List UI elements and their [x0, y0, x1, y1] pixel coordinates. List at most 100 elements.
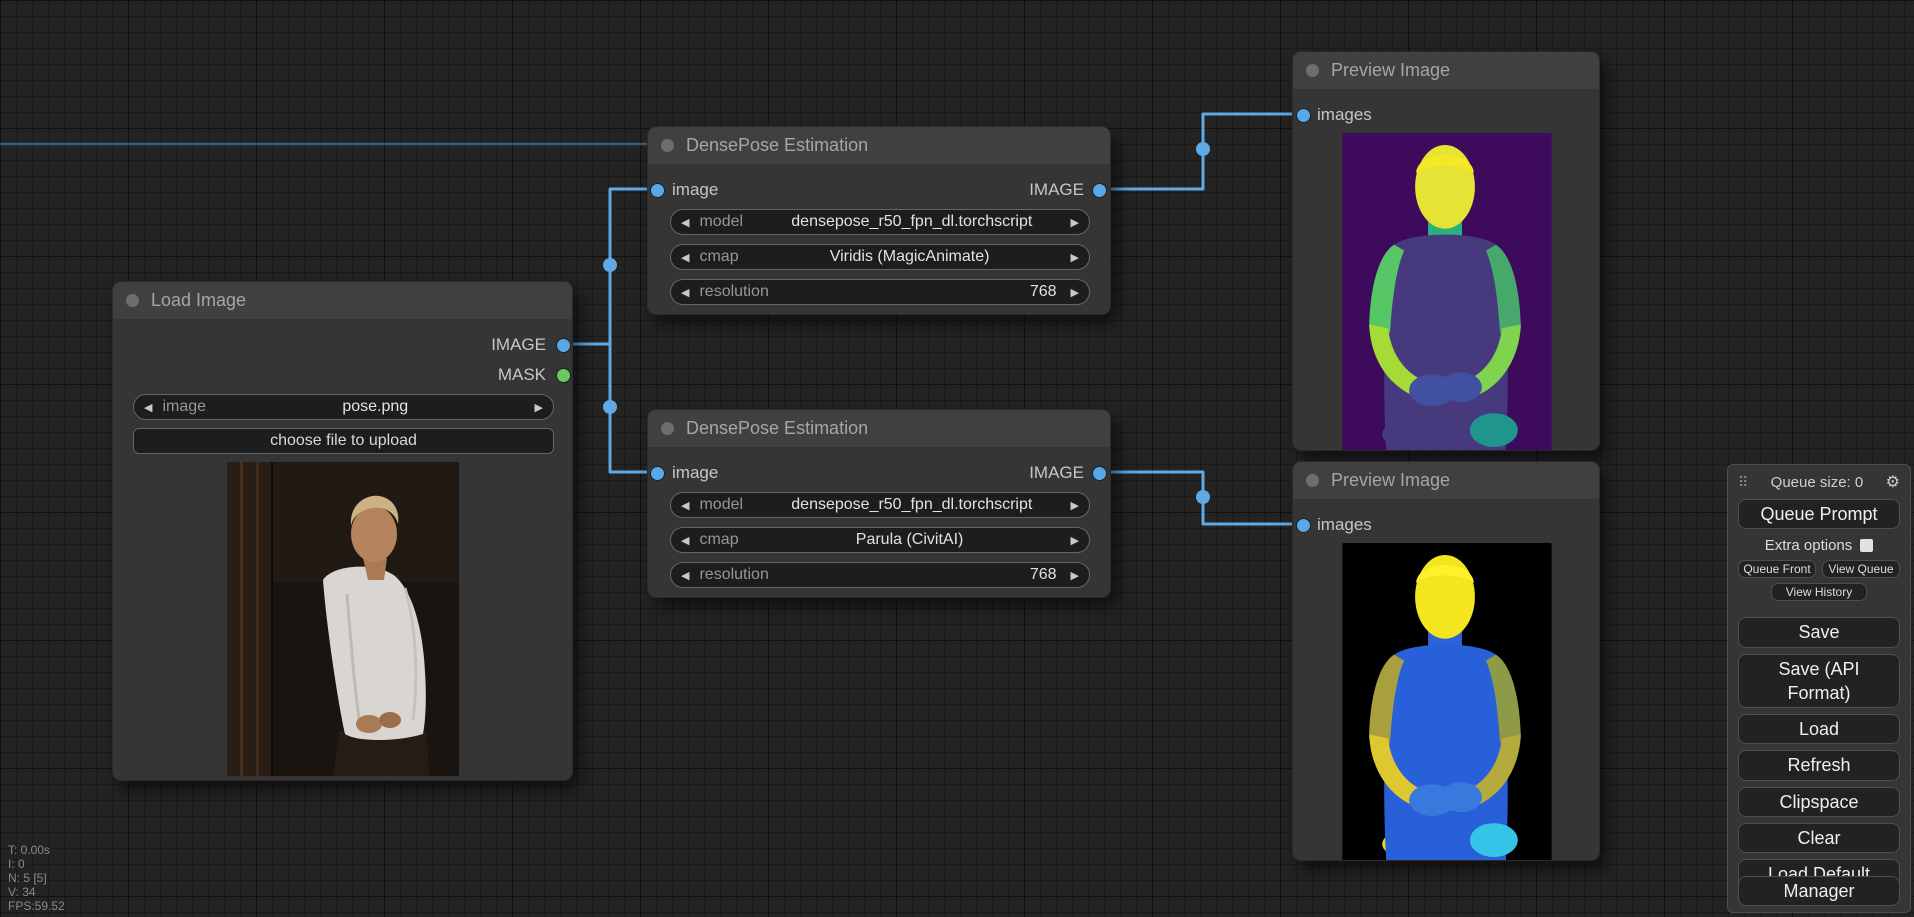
queue-prompt-button[interactable]: Queue Prompt [1738, 499, 1900, 530]
node-title-bar[interactable]: DensePose Estimation [648, 410, 1110, 447]
node-title: Load Image [151, 290, 247, 310]
arrow-left-icon[interactable]: ◀ [681, 286, 689, 299]
widget-resolution[interactable]: ◀ resolution 768 ▶ [670, 279, 1090, 305]
densepose-preview-viridis [1342, 133, 1552, 450]
collapse-dot-icon[interactable] [1306, 64, 1319, 77]
widget-label: cmap [699, 531, 739, 548]
refresh-button[interactable]: Refresh [1738, 750, 1900, 781]
collapse-dot-icon[interactable] [1306, 474, 1319, 487]
densepose-figure-viridis [1342, 133, 1552, 450]
node-densepose-top[interactable]: DensePose Estimation image IMAGE ◀ model… [647, 126, 1111, 315]
arrow-right-icon[interactable]: ▶ [1071, 569, 1079, 582]
arrow-left-icon[interactable]: ◀ [144, 401, 152, 414]
queue-mini-buttons: Queue Front View Queue [1738, 560, 1900, 579]
widget-label: model [699, 213, 744, 230]
view-queue-button[interactable]: View Queue [1822, 560, 1900, 579]
link-dot [603, 400, 617, 414]
arrow-right-icon[interactable]: ▶ [1071, 534, 1079, 547]
queue-front-button[interactable]: Queue Front [1738, 560, 1816, 579]
node-preview-top[interactable]: Preview Image images [1292, 51, 1600, 451]
widget-model[interactable]: ◀ model densepose_r50_fpn_dl.torchscript… [670, 492, 1090, 518]
output-label-mask: MASK [497, 365, 546, 384]
arrow-right-icon[interactable]: ▶ [1071, 499, 1079, 512]
extra-options-label: Extra options [1764, 536, 1853, 554]
extra-options-row: Extra options [1738, 535, 1900, 555]
stat-fps: FPS:59.52 [8, 899, 65, 913]
input-row-images: images [1317, 510, 1372, 540]
clipspace-button[interactable]: Clipspace [1738, 786, 1900, 818]
node-title-bar[interactable]: Preview Image [1293, 52, 1599, 89]
widget-value: Parula (CivitAI) [855, 531, 964, 548]
settings-gear-icon[interactable]: ⚙ [1886, 472, 1900, 492]
load-button[interactable]: Load [1738, 714, 1900, 745]
manager-button[interactable]: Manager [1738, 875, 1900, 906]
output-slot-image[interactable] [557, 339, 570, 352]
arrow-left-icon[interactable]: ◀ [681, 216, 689, 229]
arrow-right-icon[interactable]: ▶ [1071, 251, 1079, 264]
output-slot-image[interactable] [1093, 467, 1106, 480]
input-label-images: images [1317, 105, 1372, 124]
node-load-image[interactable]: Load Image IMAGE MASK ◀ image pose.png ▶… [112, 281, 573, 781]
extra-options-checkbox[interactable] [1860, 538, 1874, 552]
arrow-left-icon[interactable]: ◀ [681, 534, 689, 547]
node-title: Preview Image [1331, 470, 1451, 490]
widget-value: 768 [1029, 283, 1057, 300]
widget-label: resolution [699, 566, 769, 583]
menu-header: ⠿ Queue size: 0 ⚙ [1738, 471, 1900, 493]
save-button[interactable]: Save [1738, 617, 1900, 648]
view-history-button[interactable]: View History [1771, 583, 1867, 602]
choose-file-button[interactable]: choose file to upload [133, 428, 554, 454]
clear-button[interactable]: Clear [1738, 823, 1900, 854]
collapse-dot-icon[interactable] [661, 422, 674, 435]
canvas-stats: T: 0.00s I: 0 N: 5 [5] V: 34 FPS:59.52 [8, 843, 65, 913]
arrow-left-icon[interactable]: ◀ [681, 251, 689, 264]
stat-version: V: 34 [8, 885, 36, 899]
save-api-button[interactable]: Save (API Format) [1738, 653, 1900, 709]
input-label-image: image [672, 463, 719, 482]
output-label-image: IMAGE [491, 335, 546, 354]
photo-man-white-shirt [227, 462, 459, 776]
collapse-dot-icon[interactable] [661, 139, 674, 152]
node-title: DensePose Estimation [686, 135, 869, 155]
node-title-bar[interactable]: Load Image [113, 282, 572, 319]
input-row-images: images [1317, 100, 1372, 130]
collapse-dot-icon[interactable] [126, 294, 139, 307]
output-row-image: IMAGE [491, 330, 546, 360]
widget-image-filename[interactable]: ◀ image pose.png ▶ [133, 394, 554, 420]
widget-resolution[interactable]: ◀ resolution 768 ▶ [670, 562, 1090, 588]
widget-value: densepose_r50_fpn_dl.torchscript [791, 496, 1033, 513]
input-slot-images[interactable] [1297, 519, 1310, 532]
input-slot-images[interactable] [1297, 109, 1310, 122]
node-densepose-bottom[interactable]: DensePose Estimation image IMAGE ◀ model… [647, 409, 1111, 598]
widget-label: resolution [699, 283, 769, 300]
output-slot-mask[interactable] [557, 369, 570, 382]
queue-menu-panel: ⠿ Queue size: 0 ⚙ Queue Prompt Extra opt… [1727, 464, 1911, 913]
arrow-right-icon[interactable]: ▶ [535, 401, 543, 414]
widget-model[interactable]: ◀ model densepose_r50_fpn_dl.torchscript… [670, 209, 1090, 235]
arrow-right-icon[interactable]: ▶ [1071, 286, 1079, 299]
input-row-image: image [672, 458, 718, 488]
output-row-mask: MASK [498, 360, 546, 390]
arrow-left-icon[interactable]: ◀ [681, 569, 689, 582]
input-slot-image[interactable] [651, 184, 664, 197]
node-title: DensePose Estimation [686, 418, 869, 438]
output-label-image: IMAGE [1029, 180, 1084, 199]
widget-label: image [162, 398, 207, 415]
widget-label: cmap [699, 248, 739, 265]
arrow-left-icon[interactable]: ◀ [681, 499, 689, 512]
node-title-bar[interactable]: Preview Image [1293, 462, 1599, 499]
densepose-preview-parula [1342, 543, 1552, 860]
widget-value: 768 [1029, 566, 1057, 583]
input-label-images: images [1317, 515, 1372, 534]
node-title-bar[interactable]: DensePose Estimation [648, 127, 1110, 164]
drag-handle-icon[interactable]: ⠿ [1738, 474, 1748, 491]
input-slot-image[interactable] [651, 467, 664, 480]
widget-cmap[interactable]: ◀ cmap Parula (CivitAI) ▶ [670, 527, 1090, 553]
arrow-right-icon[interactable]: ▶ [1071, 216, 1079, 229]
node-preview-bottom[interactable]: Preview Image images [1292, 461, 1600, 861]
stat-iterations: I: 0 [8, 857, 25, 871]
link-dot [1196, 490, 1210, 504]
widget-cmap[interactable]: ◀ cmap Viridis (MagicAnimate) ▶ [670, 244, 1090, 270]
stat-time: T: 0.00s [8, 843, 51, 857]
output-slot-image[interactable] [1093, 184, 1106, 197]
